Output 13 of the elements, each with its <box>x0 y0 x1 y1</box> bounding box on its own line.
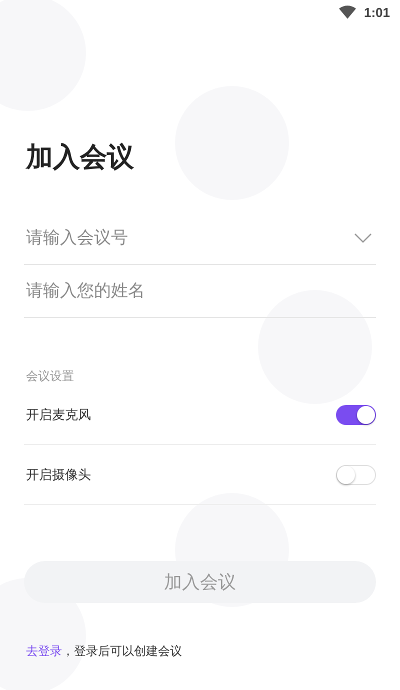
input-field[interactable]: 请输入您的姓名 <box>24 281 376 301</box>
input-field[interactable]: 请输入会议号 <box>24 228 354 248</box>
toggle-switch[interactable] <box>336 404 376 424</box>
login-link[interactable]: 去登录 <box>26 644 62 658</box>
status-time: 1:01 <box>364 4 390 20</box>
page-title: 加入会议 <box>26 141 135 175</box>
toggle-switch[interactable] <box>336 464 376 484</box>
setting-label: 开启麦克风 <box>25 406 91 424</box>
chevron-down-icon[interactable] <box>354 233 372 243</box>
wifi-icon <box>338 5 356 19</box>
setting-label: 开启摄像头 <box>25 466 91 484</box>
section-heading: 会议设置 <box>25 368 75 385</box>
footer-text: ，登录后可以创建会议 <box>62 644 182 658</box>
